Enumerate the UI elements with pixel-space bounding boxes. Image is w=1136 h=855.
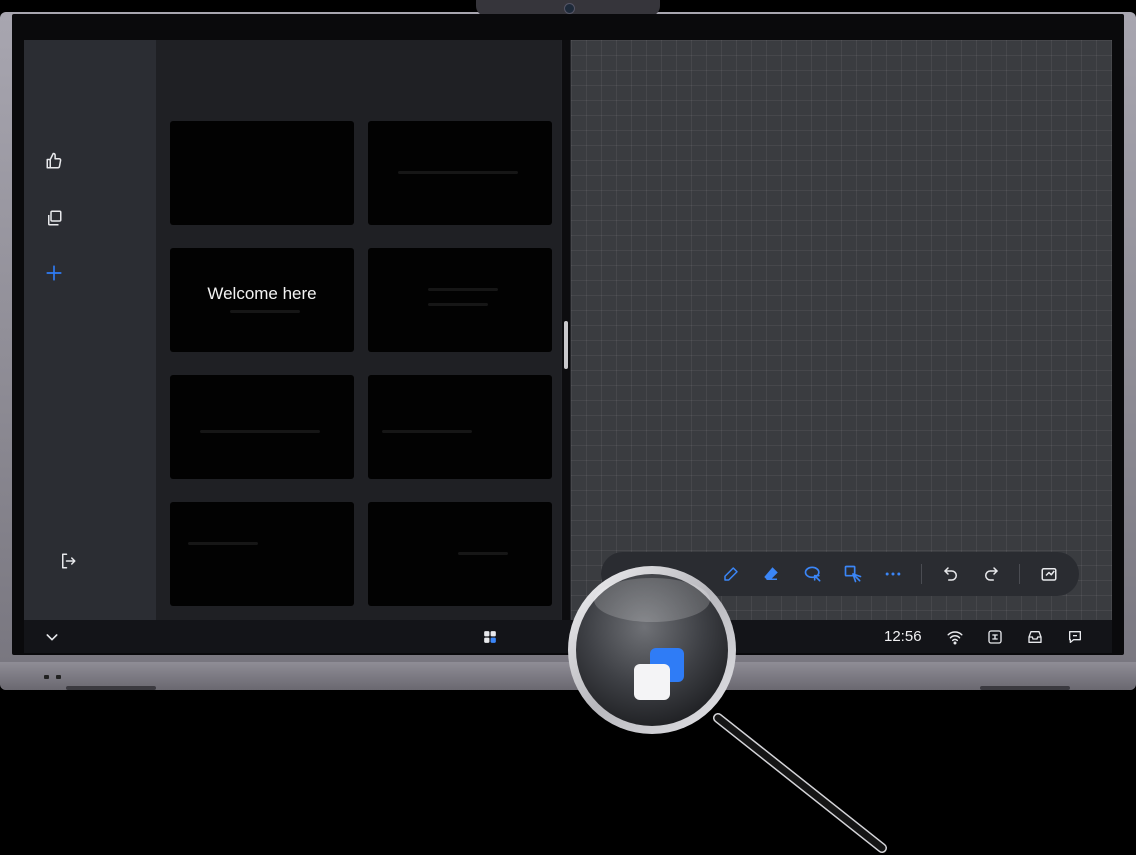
chin-speaker: [980, 686, 1070, 690]
slides-panel: Welcome here: [156, 40, 561, 620]
slide-thumbnail[interactable]: [170, 502, 354, 606]
copy-pages-icon[interactable]: [40, 204, 68, 232]
slide-sketch: [382, 430, 472, 433]
slide-sketch: [428, 303, 488, 306]
lens-glare: [594, 578, 710, 622]
whiteboard-canvas[interactable]: [571, 40, 1112, 620]
slide-sketch: [458, 552, 508, 555]
slide-thumbnail[interactable]: [170, 375, 354, 479]
add-icon[interactable]: [40, 259, 68, 287]
tray-icon[interactable]: [1025, 627, 1045, 647]
sidebar: [24, 40, 156, 620]
slide-thumbnail[interactable]: [368, 502, 552, 606]
slide-sketch: [200, 430, 320, 433]
undo-icon[interactable]: [939, 562, 963, 586]
slide-sketch: [398, 171, 518, 174]
magnifier-handle: [713, 713, 887, 853]
slide-thumbnail[interactable]: [368, 121, 552, 225]
slide-sketch: [230, 310, 300, 313]
message-icon[interactable]: [1065, 627, 1085, 647]
exit-icon[interactable]: [54, 547, 82, 575]
split-resize-handle[interactable]: [564, 321, 568, 369]
screen-share-icon[interactable]: [985, 627, 1005, 647]
magnifier-callout: [568, 566, 887, 853]
redo-icon[interactable]: [979, 562, 1003, 586]
camera-lens-icon: [564, 3, 575, 14]
wifi-icon[interactable]: [945, 627, 965, 647]
toolbar-separator: [1019, 564, 1020, 584]
toolbar-separator: [921, 564, 922, 584]
slide-thumbnail[interactable]: [368, 248, 552, 352]
thumbs-up-icon[interactable]: [40, 147, 68, 175]
chin-port: [44, 675, 49, 679]
chin-port: [56, 675, 61, 679]
slide-thumbnail[interactable]: [170, 121, 354, 225]
slide-sketch: [188, 542, 258, 545]
slide-thumbnail[interactable]: Welcome here: [170, 248, 354, 352]
chin-speaker: [66, 686, 156, 690]
collapse-chevron-icon[interactable]: [42, 627, 62, 647]
apps-grid-icon[interactable]: [480, 627, 500, 647]
slide-text: Welcome here: [207, 284, 317, 303]
export-icon[interactable]: [1037, 562, 1061, 586]
slide-thumbnail[interactable]: [368, 375, 552, 479]
slide-sketch: [428, 288, 498, 291]
